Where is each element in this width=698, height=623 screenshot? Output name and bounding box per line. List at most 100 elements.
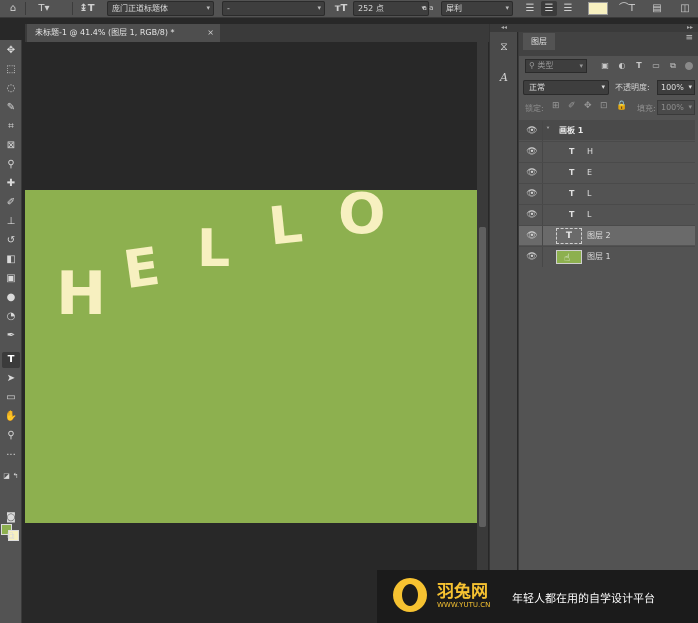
layer-filter-select[interactable]: ⚲ 类型 ▾ bbox=[525, 59, 587, 73]
letter-l-1[interactable]: L bbox=[197, 223, 230, 275]
visibility-eye-icon[interactable]: 👁 bbox=[523, 142, 541, 162]
document-tab[interactable]: 未标题-1 @ 41.4% (图层 1, RGB/8) * × bbox=[27, 24, 220, 42]
3d-icon[interactable]: ◫ bbox=[676, 1, 694, 16]
lock-transparent-icon[interactable]: ⊞ bbox=[552, 101, 560, 111]
lock-artboard-icon[interactable]: ⊡ bbox=[600, 101, 608, 111]
character-panel-icon[interactable]: ▤ bbox=[648, 1, 666, 16]
screen-mode-icon[interactable]: ⧉ bbox=[2, 529, 20, 545]
gradient-tool-icon[interactable]: ▣ bbox=[2, 271, 20, 287]
more-tools-icon[interactable]: ··· bbox=[2, 448, 20, 464]
home-icon[interactable]: ⌂ bbox=[4, 1, 22, 16]
clone-stamp-tool-icon[interactable]: ⊥ bbox=[2, 214, 20, 230]
quick-mask-icon[interactable]: ◙ bbox=[2, 510, 20, 526]
visibility-eye-icon[interactable]: 👁 bbox=[523, 121, 541, 141]
anti-alias-value: 犀利 bbox=[446, 4, 462, 13]
font-size-field[interactable]: 252 点 ▾ bbox=[353, 1, 429, 16]
blend-mode-select[interactable]: 正常 ▾ bbox=[523, 80, 609, 95]
font-family-select[interactable]: 庞门正道标题体 ▾ bbox=[107, 1, 214, 16]
filter-smart-object-icon[interactable]: ⧉ bbox=[667, 59, 679, 73]
hand-tool-icon[interactable]: ✋ bbox=[2, 409, 20, 425]
filter-type-icon[interactable]: T bbox=[633, 59, 645, 73]
layer-row-l-2[interactable]: 👁 T L bbox=[519, 204, 695, 225]
swap-colors-icon[interactable]: ↰ bbox=[11, 468, 20, 484]
font-size-value: 252 点 bbox=[358, 4, 384, 13]
lock-position-icon[interactable]: ✥ bbox=[584, 101, 592, 111]
zoom-tool-icon[interactable]: ⚲ bbox=[2, 428, 20, 444]
canvas-area[interactable]: H E L L O bbox=[25, 42, 477, 623]
font-style-select[interactable]: - ▾ bbox=[222, 1, 325, 16]
document-tab-title: 未标题-1 @ 41.4% (图层 1, RGB/8) * bbox=[35, 28, 175, 37]
scrollbar-thumb[interactable] bbox=[479, 227, 486, 527]
default-colors-icon[interactable]: ◪ bbox=[2, 468, 11, 484]
text-tool-preset-icon[interactable]: T▾ bbox=[34, 1, 54, 16]
visibility-eye-icon[interactable]: 👁 bbox=[523, 163, 541, 183]
text-color-swatch[interactable] bbox=[588, 2, 608, 15]
layer-row-layer-1[interactable]: 👁 ☝ 图层 1 bbox=[519, 246, 695, 267]
lock-all-icon[interactable]: 🔒 bbox=[616, 101, 627, 111]
frame-tool-icon[interactable]: ⊠ bbox=[2, 138, 20, 154]
warp-text-icon[interactable]: ⌒T bbox=[618, 1, 636, 16]
layer-thumbnail-type: T bbox=[556, 228, 582, 244]
magic-wand-tool-icon[interactable]: ✎ bbox=[2, 100, 20, 116]
history-panel-icon[interactable]: ⧖ bbox=[495, 38, 513, 56]
vertical-scrollbar[interactable] bbox=[477, 42, 488, 623]
path-selection-tool-icon[interactable]: ➤ bbox=[2, 371, 20, 387]
rectangle-tool-icon[interactable]: ▭ bbox=[2, 390, 20, 406]
dodge-tool-icon[interactable]: ◔ bbox=[2, 309, 20, 325]
tab-layers[interactable]: 图层 bbox=[523, 33, 555, 50]
fill-field[interactable]: 100% ▾ bbox=[657, 100, 695, 115]
visibility-eye-icon[interactable]: 👁 bbox=[523, 226, 541, 246]
filter-pixel-icon[interactable]: ▣ bbox=[599, 59, 611, 73]
chevron-down-icon: ▾ bbox=[206, 4, 210, 12]
lock-label: 锁定: bbox=[525, 104, 544, 113]
move-tool-icon[interactable]: ✥ bbox=[2, 43, 20, 59]
filter-shape-icon[interactable]: ▭ bbox=[650, 59, 662, 73]
text-orientation-icon[interactable]: ↨T bbox=[78, 1, 96, 16]
chevron-down-icon[interactable]: ˅ bbox=[546, 121, 550, 141]
lasso-tool-icon[interactable]: ◌ bbox=[2, 81, 20, 97]
lock-image-icon[interactable]: ✐ bbox=[568, 101, 576, 111]
layer-row-artboard[interactable]: 👁 ˅ 画板 1 bbox=[519, 120, 695, 141]
type-tool-icon[interactable]: T bbox=[2, 352, 20, 368]
layer-row-h[interactable]: 👁 T H bbox=[519, 141, 695, 162]
visibility-eye-icon[interactable]: 👁 bbox=[523, 247, 541, 267]
artboard[interactable]: H E L L O bbox=[25, 187, 477, 523]
character-panel-icon[interactable]: A bbox=[495, 69, 513, 87]
align-right-icon[interactable]: ☰ bbox=[560, 1, 576, 16]
align-center-icon[interactable]: ☰ bbox=[541, 1, 557, 16]
pen-tool-icon[interactable]: ✒ bbox=[2, 328, 20, 344]
document-tab-bar: 未标题-1 @ 41.4% (图层 1, RGB/8) * × bbox=[25, 24, 489, 42]
close-icon[interactable]: × bbox=[207, 24, 214, 42]
history-brush-tool-icon[interactable]: ↺ bbox=[2, 233, 20, 249]
eraser-tool-icon[interactable]: ◧ bbox=[2, 252, 20, 268]
opacity-field[interactable]: 100% ▾ bbox=[657, 80, 695, 95]
visibility-eye-icon[interactable]: 👁 bbox=[523, 184, 541, 204]
crop-tool-icon[interactable]: ⌗ bbox=[2, 119, 20, 135]
letter-h[interactable]: H bbox=[56, 264, 106, 324]
anti-alias-select[interactable]: 犀利 ▾ bbox=[441, 1, 513, 16]
opacity-value: 100% bbox=[661, 83, 684, 92]
filter-toggle[interactable] bbox=[685, 62, 693, 70]
collapse-icon[interactable]: ▸▸ bbox=[519, 24, 698, 32]
layer-row-l-1[interactable]: 👁 T L bbox=[519, 183, 695, 204]
chevron-down-icon: ▾ bbox=[601, 83, 605, 91]
align-left-icon[interactable]: ☰ bbox=[522, 1, 538, 16]
layer-row-layer-2[interactable]: 👁 T 图层 2 bbox=[519, 225, 695, 246]
letter-l-2[interactable]: L bbox=[266, 194, 305, 257]
blur-tool-icon[interactable]: ● bbox=[2, 290, 20, 306]
chevron-down-icon: ▾ bbox=[688, 83, 692, 91]
filter-adjustment-icon[interactable]: ◐ bbox=[616, 59, 628, 73]
marquee-tool-icon[interactable]: ⬚ bbox=[2, 62, 20, 78]
letter-e[interactable]: E bbox=[120, 237, 164, 301]
letter-o[interactable]: O bbox=[338, 187, 386, 243]
healing-brush-tool-icon[interactable]: ✚ bbox=[2, 176, 20, 192]
panel-menu-icon[interactable]: ≡ bbox=[685, 33, 693, 43]
chevron-down-icon: ▾ bbox=[688, 103, 692, 111]
collapse-icon[interactable]: ◂◂ bbox=[490, 24, 518, 32]
chevron-down-icon: ▾ bbox=[579, 62, 583, 70]
layer-row-e[interactable]: 👁 T E bbox=[519, 162, 695, 183]
watermark-banner: 羽兔网 WWW.YUTU.CN 年轻人都在用的自学设计平台 bbox=[377, 570, 698, 623]
brush-tool-icon[interactable]: ✐ bbox=[2, 195, 20, 211]
visibility-eye-icon[interactable]: 👁 bbox=[523, 205, 541, 225]
eyedropper-tool-icon[interactable]: ⚲ bbox=[2, 157, 20, 173]
